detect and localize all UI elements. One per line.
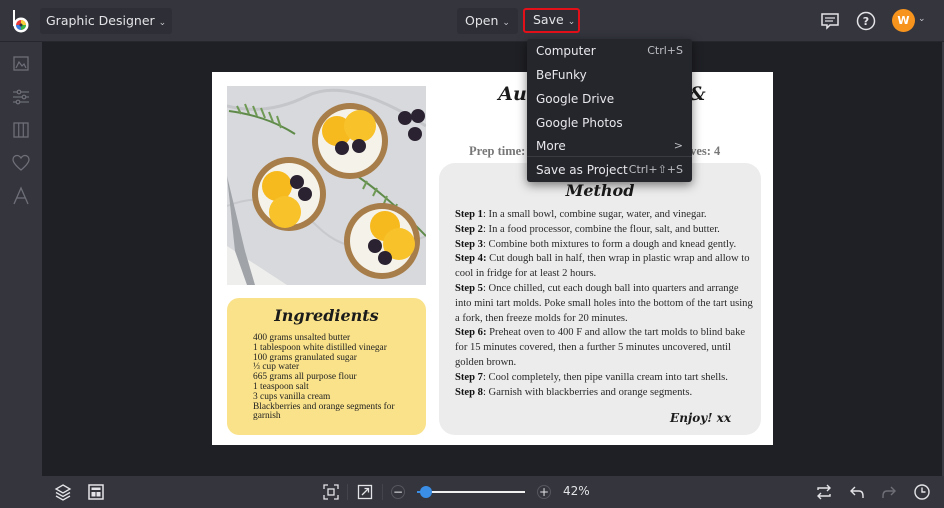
method-title: Method: [565, 181, 635, 200]
chevron-right-icon: >: [673, 139, 683, 152]
zoom-slider-track[interactable]: [422, 491, 525, 493]
chevron-down-icon: ⌄: [158, 18, 167, 28]
divider: [382, 484, 383, 500]
undo-icon[interactable]: [848, 483, 866, 501]
fit-screen-icon[interactable]: [322, 483, 340, 501]
divider: [347, 484, 348, 500]
chevron-down-icon: ⌄: [567, 17, 576, 27]
method-steps: Step 1: In a small bowl, combine sugar, …: [455, 208, 755, 400]
top-bar: Graphic Designer ⌄ Open ⌄ Save ⌄ ? W ⌄: [0, 0, 944, 42]
save-menu-item-save-as-project[interactable]: Save as Project Ctrl+⇧+S: [527, 158, 692, 182]
heart-icon[interactable]: [11, 153, 31, 173]
menu-item-label: Google Photos: [536, 116, 623, 130]
comment-icon[interactable]: [819, 10, 841, 32]
history-icon[interactable]: [913, 483, 931, 501]
image-icon[interactable]: [11, 54, 31, 74]
step-item: Step 8: Garnish with blackberries and or…: [455, 386, 693, 398]
signoff-text: Enjoy! xx: [670, 411, 731, 425]
chevron-down-icon[interactable]: ⌄: [918, 14, 926, 24]
save-dropdown-menu: Computer Ctrl+S BeFunky Google Drive Goo…: [527, 39, 692, 182]
zoom-in-button[interactable]: +: [537, 485, 551, 499]
menu-item-label: BeFunky: [536, 68, 587, 82]
redo-icon[interactable]: [880, 483, 898, 501]
columns-icon[interactable]: [11, 120, 31, 140]
save-menu-item-befunky[interactable]: BeFunky: [527, 63, 692, 87]
menu-item-label: Save as Project: [536, 163, 628, 177]
expand-icon[interactable]: [356, 483, 374, 501]
menu-item-label: Computer: [536, 44, 596, 58]
ingredients-box[interactable]: Ingredients 400 grams unsalted butter 1 …: [227, 298, 426, 435]
menu-item-label: More: [536, 139, 566, 153]
chevron-down-icon: ⌄: [502, 18, 510, 28]
befunky-logo[interactable]: [9, 8, 33, 34]
layout-icon[interactable]: [87, 483, 105, 501]
text-icon[interactable]: [11, 186, 31, 206]
ingredients-list: 400 grams unsalted butter 1 tablespoon w…: [253, 333, 418, 422]
save-menu-item-google-drive[interactable]: Google Drive: [527, 87, 692, 111]
shortcut-label: Ctrl+⇧+S: [628, 163, 683, 176]
open-label: Open: [465, 13, 499, 28]
tart-photo[interactable]: [227, 86, 426, 285]
step-item: Step 6: Preheat oven to 400 F and allow …: [455, 327, 746, 368]
zoom-out-button[interactable]: −: [391, 485, 405, 499]
save-menu-item-more[interactable]: More >: [527, 134, 692, 158]
step-item: Step 3: Combine both mixtures to form a …: [455, 238, 737, 250]
save-menu-item-google-photos[interactable]: Google Photos: [527, 111, 692, 135]
tart-photo-illustration: [227, 86, 426, 285]
ingredients-title: Ingredients: [274, 306, 379, 325]
svg-text:?: ?: [863, 15, 869, 28]
step-item: Step 2: In a food processor, combine the…: [455, 223, 720, 235]
app-menu-label: Graphic Designer: [46, 13, 155, 28]
ingredient-item: Blackberries and orange segments for gar…: [253, 401, 395, 422]
prep-time-label: Prep time:: [469, 144, 526, 158]
open-button[interactable]: Open ⌄: [457, 8, 518, 34]
method-box[interactable]: Method Step 1: In a small bowl, combine …: [439, 163, 761, 435]
step-item: Step 7: Cool completely, then pipe vanil…: [455, 371, 728, 383]
layers-icon[interactable]: [54, 483, 72, 501]
swap-icon[interactable]: [815, 483, 833, 501]
save-label: Save: [533, 12, 564, 27]
step-item: Step 4: Cut dough ball in half, then wra…: [455, 253, 750, 280]
shortcut-label: Ctrl+S: [647, 44, 683, 57]
menu-item-label: Google Drive: [536, 92, 615, 106]
step-item: Step 1: In a small bowl, combine sugar, …: [455, 209, 707, 220]
left-sidebar: [0, 42, 42, 476]
step-item: Step 5: Once chilled, cut each dough bal…: [455, 282, 753, 324]
menu-divider: [527, 156, 692, 157]
save-button[interactable]: Save ⌄: [523, 8, 580, 33]
help-icon[interactable]: ?: [855, 10, 877, 32]
zoom-slider-thumb[interactable]: [419, 486, 432, 498]
sliders-icon[interactable]: [11, 87, 31, 107]
save-menu-item-computer[interactable]: Computer Ctrl+S: [527, 39, 692, 63]
bottom-bar: − + 42%: [0, 476, 944, 508]
app-menu-dropdown[interactable]: Graphic Designer ⌄: [40, 8, 173, 34]
user-avatar[interactable]: W: [892, 9, 915, 32]
zoom-percent: 42%: [563, 484, 590, 498]
